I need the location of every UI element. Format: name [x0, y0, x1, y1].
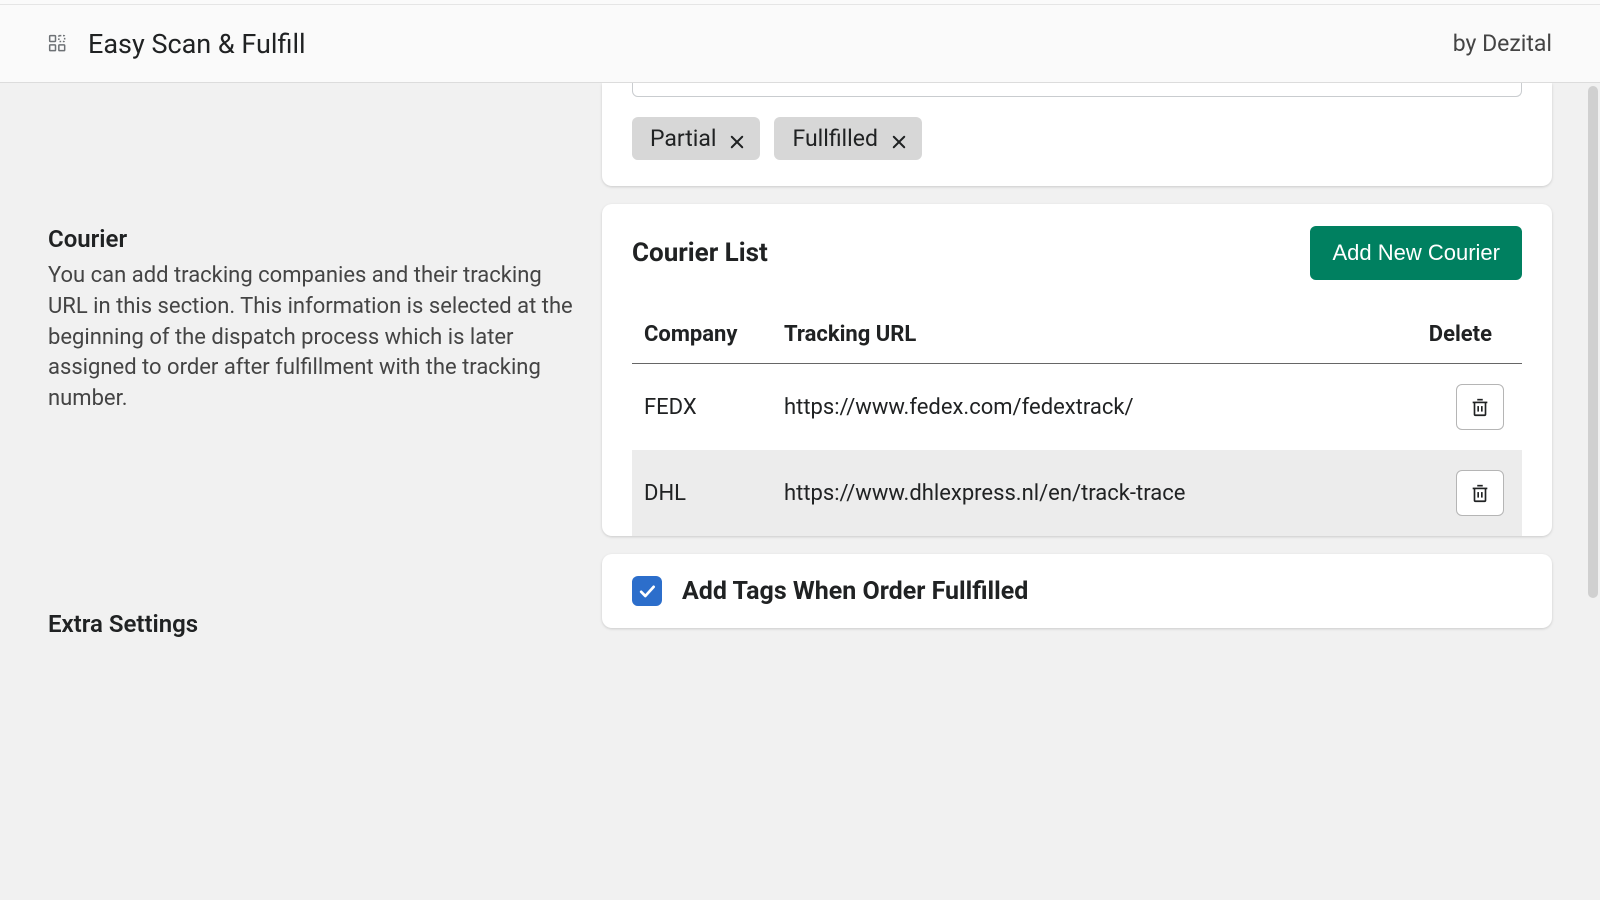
extra-settings-title: Extra Settings: [48, 610, 602, 638]
col-company: Company: [632, 306, 772, 364]
apps-grid-icon[interactable]: [48, 34, 68, 54]
tags-card: Partial Fullfilled: [602, 83, 1552, 186]
courier-table: Company Tracking URL Delete FEDX https:/…: [632, 306, 1522, 536]
delete-courier-button[interactable]: [1456, 384, 1504, 430]
tag-input[interactable]: [632, 83, 1522, 97]
extra-settings-section-info: Extra Settings: [48, 415, 602, 638]
tag-label: Fullfilled: [792, 125, 877, 152]
extra-settings-card: Add Tags When Order Fullfilled: [602, 554, 1552, 628]
close-icon[interactable]: [890, 130, 908, 148]
app-header: Easy Scan & Fulfill by Dezital: [0, 5, 1600, 83]
col-tracking-url: Tracking URL: [772, 306, 1412, 364]
add-tags-label: Add Tags When Order Fullfilled: [682, 577, 1028, 606]
app-title: Easy Scan & Fulfill: [88, 28, 306, 60]
tag-chip-partial: Partial: [632, 117, 760, 160]
header-left: Easy Scan & Fulfill: [48, 28, 306, 60]
table-row: FEDX https://www.fedex.com/fedextrack/: [632, 364, 1522, 451]
cell-url: https://www.fedex.com/fedextrack/: [772, 364, 1412, 451]
close-icon[interactable]: [728, 130, 746, 148]
delete-courier-button[interactable]: [1456, 470, 1504, 516]
courier-section-description: You can add tracking companies and their…: [48, 261, 576, 415]
cell-company: DHL: [632, 450, 772, 536]
courier-section-info: Courier You can add tracking companies a…: [48, 225, 602, 415]
tag-label: Partial: [650, 125, 716, 152]
col-delete: Delete: [1412, 306, 1522, 364]
courier-list-title: Courier List: [632, 238, 768, 268]
add-tags-checkbox[interactable]: [632, 576, 662, 606]
vendor-label: by Dezital: [1453, 30, 1552, 57]
cell-url: https://www.dhlexpress.nl/en/track-trace: [772, 450, 1412, 536]
add-new-courier-button[interactable]: Add New Courier: [1310, 226, 1522, 280]
scrollbar-thumb[interactable]: [1588, 86, 1598, 598]
table-row: DHL https://www.dhlexpress.nl/en/track-t…: [632, 450, 1522, 536]
courier-list-header: Courier List Add New Courier: [632, 226, 1522, 280]
cell-company: FEDX: [632, 364, 772, 451]
tag-chip-row: Partial Fullfilled: [632, 117, 1522, 160]
courier-section-title: Courier: [48, 225, 602, 253]
tag-chip-fullfilled: Fullfilled: [774, 117, 921, 160]
courier-list-card: Courier List Add New Courier Company Tra…: [602, 204, 1552, 536]
